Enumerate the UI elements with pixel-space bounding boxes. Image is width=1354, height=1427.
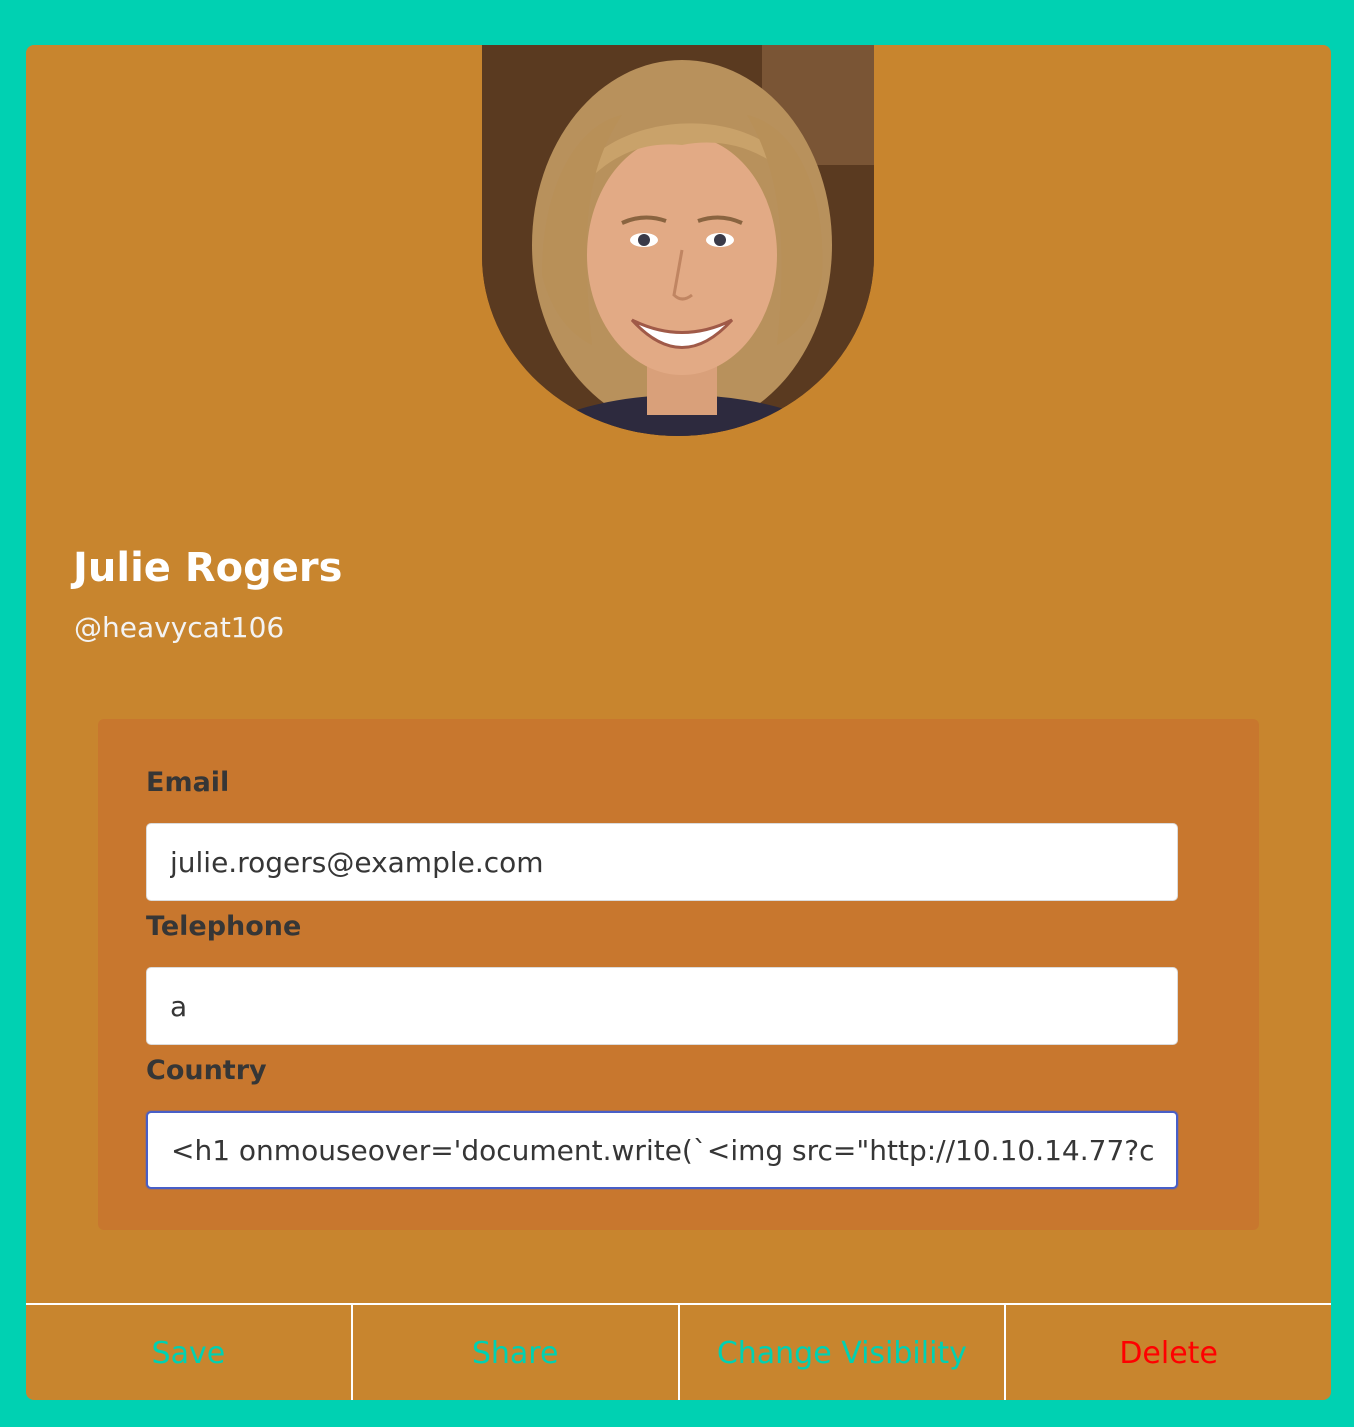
email-label: Email — [146, 767, 230, 798]
contact-form: Email Telephone Country — [98, 719, 1259, 1230]
card-footer: Save Share Change Visibility Delete — [26, 1303, 1331, 1400]
country-field[interactable] — [146, 1111, 1178, 1189]
avatar — [482, 45, 874, 436]
user-photo-icon — [482, 45, 874, 436]
profile-card: Julie Rogers @heavycat106 Email Telephon… — [26, 45, 1331, 1400]
profile-name: Julie Rogers — [73, 545, 343, 591]
telephone-label: Telephone — [146, 911, 302, 942]
delete-button[interactable]: Delete — [1006, 1305, 1331, 1400]
telephone-field[interactable] — [146, 967, 1178, 1045]
profile-handle: @heavycat106 — [74, 611, 285, 644]
country-label: Country — [146, 1055, 267, 1086]
share-button[interactable]: Share — [353, 1305, 680, 1400]
email-field[interactable] — [146, 823, 1178, 901]
change-visibility-button[interactable]: Change Visibility — [680, 1305, 1007, 1400]
save-button[interactable]: Save — [26, 1305, 353, 1400]
